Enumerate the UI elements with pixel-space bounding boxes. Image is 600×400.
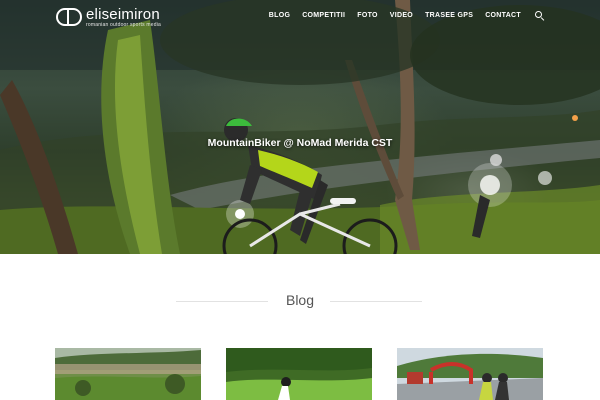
nav-item-trasee-gps[interactable]: TRASEE GPS [425, 12, 473, 19]
nav-item-competitii[interactable]: COMPETITII [302, 12, 345, 19]
logo-text: eliseimiron romanian outdoor sports medi… [86, 7, 161, 28]
blog-post-thumbnail[interactable] [226, 348, 372, 400]
hero-photo [0, 0, 600, 254]
site-logo[interactable]: eliseimiron romanian outdoor sports medi… [56, 6, 161, 28]
blog-post-grid [0, 348, 600, 400]
nav-item-contact[interactable]: CONTACT [485, 12, 521, 19]
nav-item-video[interactable]: VIDEO [390, 12, 413, 19]
main-menu: BLOG COMPETITII FOTO VIDEO TRASEE GPS CO… [269, 11, 544, 20]
heading-divider-right [330, 301, 422, 302]
brand-name: eliseimiron [86, 5, 160, 23]
brand-tagline: romanian outdoor sports media [86, 21, 162, 28]
hero-caption[interactable]: MountainBiker @ NoMad Merida CST [0, 137, 600, 149]
nav-item-foto[interactable]: FOTO [357, 12, 378, 19]
blog-post-thumbnail[interactable] [397, 348, 543, 400]
thumbnail-image [55, 348, 201, 400]
top-navigation: eliseimiron romanian outdoor sports medi… [0, 0, 600, 32]
search-icon[interactable] [535, 11, 544, 20]
blog-post-thumbnail[interactable] [55, 348, 201, 400]
hero-banner: eliseimiron romanian outdoor sports medi… [0, 0, 600, 254]
thumbnail-image [226, 348, 372, 400]
thumbnail-image [397, 348, 543, 400]
blog-heading: Blog [285, 292, 315, 308]
nav-item-blog[interactable]: BLOG [269, 12, 290, 19]
logo-mark-icon [56, 8, 82, 26]
